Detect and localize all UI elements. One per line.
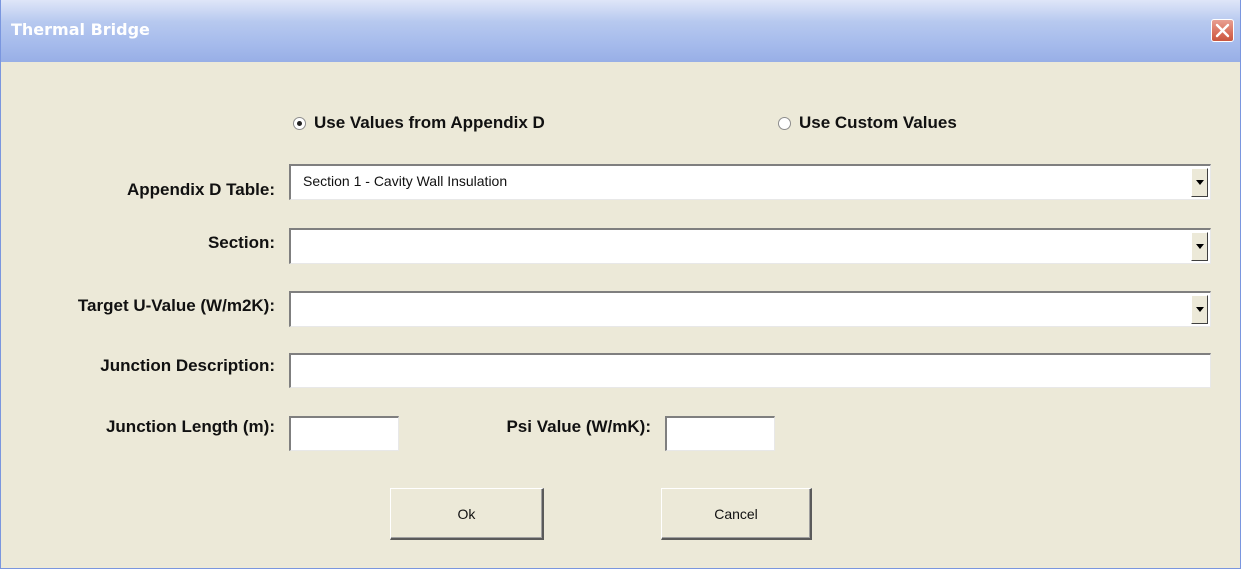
target-u-value-label: Target U-Value (W/m2K): [77,296,275,315]
close-icon [1215,23,1230,38]
radio-use-custom-values-label: Use Custom Values [799,113,957,132]
radio-use-appendix-d-label: Use Values from Appendix D [314,113,545,132]
thermal-bridge-dialog: Thermal Bridge Use Values from Appendix … [0,0,1241,569]
chevron-down-icon[interactable] [1191,232,1208,261]
appendix-d-table-label: Appendix D Table: [127,180,275,199]
chevron-down-icon[interactable] [1191,295,1208,324]
junction-length-input[interactable] [289,416,399,451]
radio-selected-icon [293,116,306,130]
close-button[interactable] [1211,19,1234,42]
radio-unselected-icon [778,116,791,130]
psi-value-label: Psi Value (W/mK): [506,417,651,436]
title-bar[interactable]: Thermal Bridge [1,0,1240,62]
section-dropdown[interactable] [289,228,1211,264]
psi-value-input[interactable] [665,416,775,451]
junction-description-input[interactable] [289,353,1211,388]
section-label: Section: [207,233,275,252]
window-title: Thermal Bridge [11,20,150,39]
junction-description-label: Junction Description: [100,356,275,375]
cancel-button[interactable]: Cancel [661,488,812,540]
target-u-value-dropdown[interactable] [289,291,1211,327]
ok-button[interactable]: Ok [390,488,544,540]
appendix-d-table-value: Section 1 - Cavity Wall Insulation [303,173,508,189]
appendix-d-table-dropdown[interactable]: Section 1 - Cavity Wall Insulation [289,164,1211,200]
chevron-down-icon[interactable] [1191,168,1208,197]
radio-use-appendix-d[interactable]: Use Values from Appendix D [293,112,545,134]
junction-length-label: Junction Length (m): [105,417,275,436]
radio-use-custom-values[interactable]: Use Custom Values [778,112,957,134]
